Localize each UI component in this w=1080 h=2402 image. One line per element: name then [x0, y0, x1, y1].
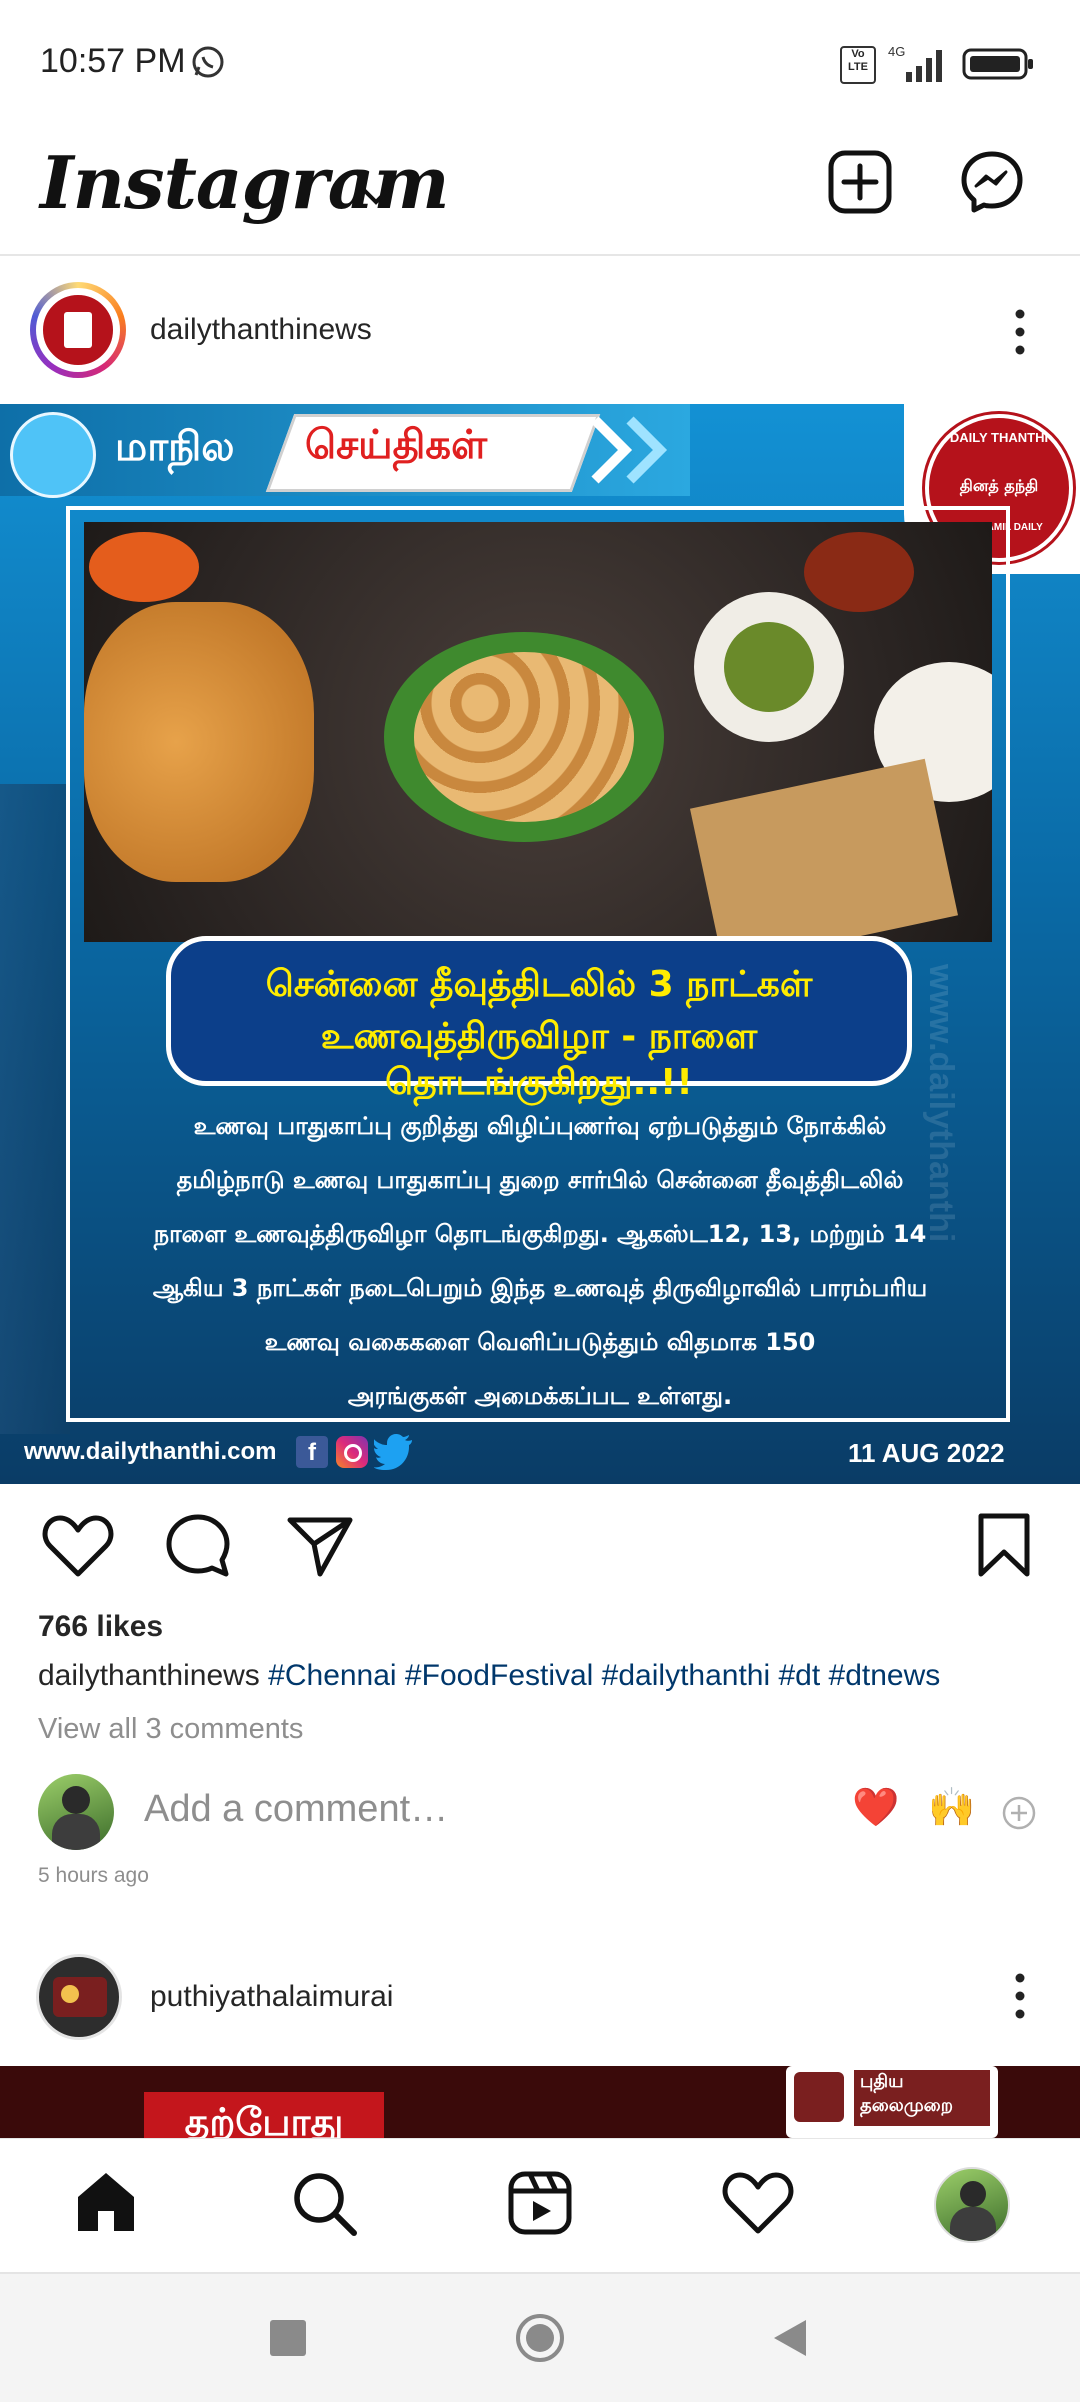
article-line: தமிழ்நாடு உணவு பாதுகாப்பு துறை சார்பில் …	[176, 1166, 904, 1194]
headline-line2: உணவுத்திருவிழா - நாளை தொடங்குகிறது..!!	[320, 1016, 758, 1103]
next-post-more-icon[interactable]	[1000, 1968, 1040, 2024]
chevrons-icon	[591, 416, 668, 484]
search-icon[interactable]	[290, 2169, 358, 2237]
current-user-avatar	[38, 1774, 114, 1850]
add-reaction-icon[interactable]	[1000, 1794, 1038, 1832]
reaction-raised-hands[interactable]: 🙌	[928, 1786, 975, 1830]
post-author-avatar[interactable]	[30, 282, 126, 378]
post-username[interactable]: dailythanthinews	[150, 313, 372, 347]
image-website: www.dailythanthi.com	[24, 1438, 277, 1465]
system-nav-bar	[0, 2272, 1080, 2402]
save-bookmark-icon[interactable]	[976, 1512, 1032, 1578]
whatsapp-icon	[192, 46, 224, 78]
twitter-icon	[374, 1434, 412, 1470]
bottom-nav	[0, 2138, 1080, 2271]
post-image[interactable]: மாநில செய்திகள் DAILY THANTHI தினத் தந்த…	[0, 404, 1080, 1484]
next-post-username[interactable]: puthiyathalaimurai	[150, 1980, 393, 2014]
profile-avatar[interactable]	[934, 2167, 1010, 2243]
new-post-icon[interactable]	[826, 148, 894, 216]
post-actions	[0, 1490, 1080, 1600]
likes-count[interactable]: 766 likes	[38, 1610, 163, 1644]
next-post-logo: புதிய தலைமுறை	[786, 2066, 998, 2138]
home-button[interactable]	[514, 2312, 566, 2364]
comment-icon[interactable]	[164, 1512, 232, 1580]
facebook-icon: f	[296, 1436, 328, 1468]
caption-hashtags[interactable]: #Chennai #FoodFestival #dailythanthi #dt…	[268, 1659, 940, 1692]
banner-right-text: செய்திகள்	[305, 422, 488, 468]
back-button[interactable]	[768, 2316, 812, 2360]
headline-line1: சென்னை தீவுத்திடலில் 3 நாட்கள்	[265, 964, 813, 1005]
activity-heart-icon[interactable]	[722, 2171, 794, 2235]
reels-icon[interactable]	[506, 2169, 574, 2237]
post-caption: dailythanthinews #Chennai #FoodFestival …	[38, 1650, 1048, 1702]
article-line: நாளை உணவுத்திருவிழா தொடங்குகிறது. ஆகஸ்ட1…	[153, 1220, 927, 1248]
app-header: Instagram	[0, 128, 1080, 256]
article-line: அரங்குகள் அமைக்கப்பட உள்ளது.	[347, 1382, 733, 1410]
next-post-banner: தற்போது	[144, 2092, 384, 2138]
post-timestamp: 5 hours ago	[38, 1864, 149, 1887]
like-heart-icon[interactable]	[42, 1514, 114, 1578]
article-line: உணவு பாதுகாப்பு குறித்து விழிப்புணர்வு ஏ…	[193, 1112, 887, 1140]
battery-icon	[962, 48, 1033, 80]
home-icon[interactable]	[72, 2169, 140, 2235]
signal-icon	[906, 50, 942, 82]
post-header: dailythanthinews	[0, 258, 1080, 404]
article-line: ஆகிய 3 நாட்கள் நடைபெறும் இந்த உணவுத் திர…	[152, 1274, 928, 1302]
next-post-image[interactable]: தற்போது புதிய தலைமுறை	[0, 2066, 1080, 2138]
map-emblem-icon	[10, 412, 96, 498]
view-comments-link[interactable]: View all 3 comments	[38, 1713, 303, 1746]
food-photo	[84, 522, 992, 942]
instagram-small-icon	[336, 1436, 368, 1468]
comment-input[interactable]: Add a comment…	[144, 1788, 448, 1831]
article-body: உணவு பாதுகாப்பு குறித்து விழிப்புணர்வு ஏ…	[80, 1099, 1000, 1423]
reaction-heart[interactable]: ❤️	[852, 1786, 899, 1830]
share-icon[interactable]	[286, 1512, 354, 1580]
recents-button[interactable]	[270, 2320, 306, 2356]
status-time: 10:57 PM	[40, 42, 186, 80]
article-line: உணவு வகைகளை வெளிப்படுத்தும் விதமாக 150	[264, 1328, 816, 1356]
image-date: 11 AUG 2022	[848, 1438, 1005, 1468]
status-bar: 10:57 PM Vo LTE 4G	[0, 0, 1080, 128]
caption-username[interactable]: dailythanthinews	[38, 1659, 260, 1692]
next-post-avatar[interactable]	[36, 1954, 122, 2040]
volte-icon: Vo LTE	[840, 46, 876, 84]
side-watermark: www.dailythanthi	[922, 964, 960, 1243]
messenger-icon[interactable]	[958, 148, 1026, 216]
more-options-icon[interactable]	[1000, 304, 1040, 360]
chevron-down-icon[interactable]	[356, 176, 396, 216]
banner-left-text: மாநில	[115, 424, 235, 470]
